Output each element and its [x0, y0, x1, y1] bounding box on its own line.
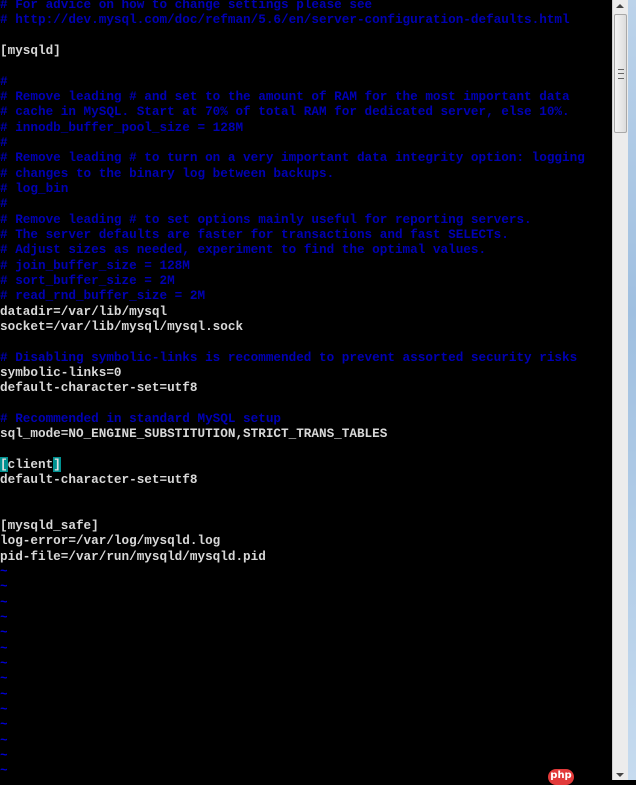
comment-line: # innodb_buffer_pool_size = 128M — [0, 119, 244, 135]
comment-line: # log_bin — [0, 180, 69, 196]
config-line: [client] — [0, 456, 612, 472]
grip-icon — [618, 69, 624, 79]
comment-line: # sort_buffer_size = 2M — [0, 272, 175, 288]
config-line: datadir=/var/lib/mysql — [0, 303, 168, 319]
config-line: sql_mode=NO_ENGINE_SUBSTITUTION,STRICT_T… — [0, 426, 388, 442]
comment-line: # read_rnd_buffer_size = 2M — [0, 288, 206, 304]
comment-line: # For advice on how to change settings p… — [0, 0, 373, 12]
php-watermark-logo: php — [548, 769, 574, 785]
empty-line-tilde: ~ — [0, 717, 8, 733]
cursor-open-bracket: [ — [0, 456, 8, 472]
config-line: default-character-set=utf8 — [0, 472, 198, 488]
comment-line: # The server defaults are faster for tra… — [0, 226, 509, 242]
empty-line-tilde: ~ — [0, 610, 8, 626]
config-line: [mysqld_safe] — [0, 518, 99, 534]
comment-line: # Remove leading # and set to the amount… — [0, 88, 570, 104]
comment-line: # http://dev.mysql.com/doc/refman/5.6/en… — [0, 12, 570, 28]
empty-line-tilde: ~ — [0, 579, 8, 595]
empty-line-tilde: ~ — [0, 564, 8, 580]
config-line: log-error=/var/log/mysqld.log — [0, 533, 221, 549]
config-line — [0, 396, 612, 411]
window-frame-edge — [628, 0, 636, 780]
empty-line-tilde: ~ — [0, 640, 8, 656]
comment-line: # — [0, 73, 8, 89]
section-name: client — [7, 456, 54, 472]
vim-editor-buffer[interactable]: # For advice on how to change settings p… — [0, 0, 612, 780]
comment-line: # Disabling symbolic-links is recommende… — [0, 349, 578, 365]
comment-line: # — [0, 196, 8, 212]
config-line — [0, 488, 612, 503]
scroll-up-arrow-icon[interactable] — [616, 4, 624, 8]
empty-line-tilde: ~ — [0, 702, 8, 718]
comment-line: # — [0, 134, 8, 150]
empty-line-tilde: ~ — [0, 732, 8, 748]
matching-close-bracket: ] — [53, 456, 61, 472]
config-line: symbolic-links=0 — [0, 364, 122, 380]
comment-line: # Remove leading # to set options mainly… — [0, 211, 532, 227]
config-line: [mysqld] — [0, 42, 61, 58]
comment-line: # changes to the binary log between back… — [0, 165, 335, 181]
config-line — [0, 442, 612, 457]
comment-line: # Adjust sizes as needed, experiment to … — [0, 242, 487, 258]
config-line — [0, 28, 612, 43]
comment-line: # cache in MySQL. Start at 70% of total … — [0, 104, 570, 120]
empty-line-tilde: ~ — [0, 656, 8, 672]
empty-line-tilde: ~ — [0, 748, 8, 764]
config-line — [0, 334, 612, 349]
empty-line-tilde: ~ — [0, 763, 8, 779]
empty-line-tilde: ~ — [0, 625, 8, 641]
scroll-down-arrow-icon[interactable] — [616, 773, 624, 777]
empty-line-tilde: ~ — [0, 594, 8, 610]
comment-line: # join_buffer_size = 128M — [0, 257, 190, 273]
config-line — [0, 58, 612, 73]
comment-line: # Recommended in standard MySQL setup — [0, 410, 282, 426]
vertical-scrollbar[interactable] — [612, 0, 628, 780]
config-line: socket=/var/lib/mysql/mysql.sock — [0, 318, 244, 334]
config-line — [0, 503, 612, 518]
empty-line-tilde: ~ — [0, 686, 8, 702]
scrollbar-thumb[interactable] — [614, 14, 627, 133]
comment-line: # Remove leading # to turn on a very imp… — [0, 150, 585, 166]
empty-line-tilde: ~ — [0, 671, 8, 687]
config-line: default-character-set=utf8 — [0, 380, 198, 396]
config-line: pid-file=/var/run/mysqld/mysqld.pid — [0, 548, 266, 564]
